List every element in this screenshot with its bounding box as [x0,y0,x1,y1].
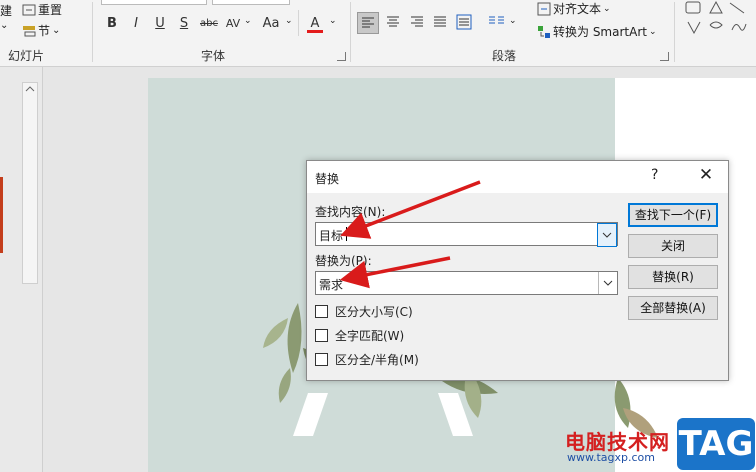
chevron-down-icon [603,280,613,286]
align-left-icon [362,17,374,28]
checkbox-box [315,305,328,318]
match-width-checkbox[interactable]: 区分全/半角(M) [315,351,419,368]
font-name-box[interactable] [101,0,207,5]
scroll-up-icon[interactable] [22,82,38,96]
watermark-badge: TAG [677,418,755,470]
find-next-button[interactable]: 查找下一个(F) [628,203,718,227]
checkbox-box [315,329,328,342]
close-icon[interactable]: ✕ [695,164,717,186]
large-letter-shape [293,393,328,436]
reset-label: 重置 [38,3,63,17]
match-case-label: 区分大小写(C) [335,305,413,319]
strikethrough-button[interactable]: abc [199,12,219,34]
whole-words-label: 全字匹配(W) [335,329,405,343]
reset-button[interactable]: 重置 [22,1,62,18]
justify-button[interactable] [430,12,452,34]
italic-button[interactable]: I [128,12,144,34]
replace-button[interactable]: 替换(R) [628,265,718,289]
align-text-button[interactable]: 对齐文本 ⌄ [537,0,611,17]
character-spacing-dropdown-icon[interactable]: ⌄ [244,16,252,26]
find-dropdown-button[interactable] [597,223,617,247]
columns-icon [489,16,504,24]
help-button[interactable]: ? [651,167,658,183]
dialog-title: 替换 [315,172,340,186]
replace-dropdown-button[interactable] [598,272,617,294]
text-shadow-button[interactable]: S [176,12,192,34]
align-left-button[interactable] [357,12,379,34]
group-separator [298,10,299,36]
close-button[interactable]: 关闭 [628,234,718,258]
convert-smartart-label: 转换为 SmartArt [553,25,647,39]
curve-shape-icon[interactable] [709,21,723,29]
distributed-button[interactable] [454,12,476,34]
triangle-shape-icon[interactable] [709,0,723,14]
replace-all-button[interactable]: 全部替换(A) [628,296,718,320]
group-separator [92,2,93,62]
chevron-down-icon [602,232,612,238]
dialog-titlebar[interactable] [307,161,728,193]
bold-button[interactable]: B [104,12,120,34]
font-size-box[interactable] [212,0,290,5]
group-separator [350,2,351,62]
align-right-icon [411,16,423,27]
justify-icon [434,16,446,27]
rounded-rectangle-shape-icon[interactable] [685,1,701,14]
line-shape-icon[interactable] [729,2,745,14]
connector-shape-icon[interactable] [687,21,701,35]
find-what-label: 查找内容(N): [315,205,386,219]
convert-smartart-button[interactable]: 转换为 SmartArt ⌄ [537,23,657,40]
font-color-bar [307,30,323,33]
underline-button[interactable]: U [152,12,168,34]
font-color-dropdown-icon[interactable]: ⌄ [329,16,337,26]
align-center-button[interactable] [383,12,405,34]
replace-with-combobox[interactable]: 需求 [315,271,618,295]
replace-with-value: 需求 [319,278,344,292]
ribbon: 建 ⌄ 重置 节 ⌄ 幻灯片 B I U S abc AV ⌄ Aa ⌄ A ⌄… [0,0,756,67]
character-spacing-button[interactable]: AV [224,12,242,34]
match-case-checkbox[interactable]: 区分大小写(C) [315,303,413,320]
shapes-gallery[interactable] [680,0,756,40]
change-case-dropdown-icon[interactable]: ⌄ [285,16,293,26]
section-dropdown-icon: ⌄ [52,25,61,36]
match-width-label: 区分全/半角(M) [335,353,419,367]
freeform-shape-icon[interactable] [731,23,747,31]
align-right-button[interactable] [407,12,429,34]
replace-dialog[interactable]: 替换 ? ✕ 查找内容(N): 目标 替换为(P): 需求 区分大小写(C) 全… [306,160,729,381]
align-center-icon [387,16,399,27]
section-button[interactable]: 节 ⌄ [22,22,60,39]
columns-dropdown-icon[interactable]: ⌄ [509,16,517,26]
section-label: 节 [38,24,51,38]
new-slide-dropdown-icon[interactable]: ⌄ [0,20,8,31]
align-text-icon [537,2,551,16]
new-slide-partial-label[interactable]: 建 [0,2,12,19]
distributed-icon [456,14,472,30]
checkbox-box [315,353,328,366]
smartart-dropdown-icon: ⌄ [648,26,657,37]
find-what-combobox[interactable]: 目标 [315,222,618,247]
slides-group-label: 幻灯片 [8,49,45,63]
whole-words-checkbox[interactable]: 全字匹配(W) [315,327,404,344]
section-icon [22,24,36,38]
smartart-icon [537,25,551,39]
paragraph-dialog-launcher-icon[interactable] [660,52,669,61]
reset-icon [22,3,36,17]
selected-slide-marker [0,177,3,253]
paragraph-group-label: 段落 [492,49,517,63]
align-text-dropdown-icon: ⌄ [603,3,611,14]
find-what-value: 目标 [319,229,344,243]
align-text-label: 对齐文本 [553,2,602,16]
change-case-button[interactable]: Aa [260,12,282,34]
text-cursor [346,227,347,241]
replace-with-label: 替换为(P): [315,254,372,268]
font-group-label: 字体 [201,49,226,63]
font-dialog-launcher-icon[interactable] [337,52,346,61]
watermark-url: www.tagxp.com [567,451,655,464]
thumbnail-scrollbar[interactable] [22,82,38,284]
columns-button[interactable] [486,12,508,34]
group-separator [674,2,675,62]
